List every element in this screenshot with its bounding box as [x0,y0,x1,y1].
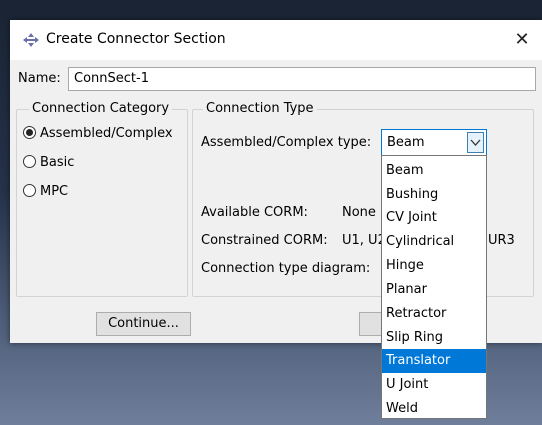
constrained-corm-label: Constrained CORM: [201,233,328,248]
continue-button[interactable]: Continue... [96,312,191,336]
radio-button-icon [23,184,36,197]
dropdown-item-hinge[interactable]: Hinge [382,254,486,278]
dropdown-item-translator[interactable]: Translator [382,349,486,373]
dropdown-item-weld[interactable]: Weld [382,397,486,421]
radio-button-icon [23,126,36,139]
radio-assembled-complex[interactable]: Assembled/Complex [23,126,173,141]
available-corm-value: None [342,205,376,220]
available-corm-label: Available CORM: [201,205,308,220]
connection-category-group: Connection Category Assembled/Complex Ba… [16,101,188,297]
connector-icon [22,32,40,48]
dropdown-item-bushing[interactable]: Bushing [382,183,486,207]
connection-category-title: Connection Category [29,101,173,116]
type-dropdown-list: Beam Bushing CV Joint Cylindrical Hinge … [381,155,487,419]
diagram-label: Connection type diagram: [201,261,371,276]
type-combo-value: Beam [387,135,425,150]
type-label: Assembled/Complex type: [201,135,372,150]
connection-type-title: Connection Type [203,101,317,116]
radio-basic[interactable]: Basic [23,155,74,170]
radio-label: Basic [40,155,75,170]
dropdown-item-retractor[interactable]: Retractor [382,302,486,326]
type-combo[interactable]: Beam [381,129,487,156]
dropdown-item-u-joint[interactable]: U Joint [382,373,486,397]
dropdown-item-planar[interactable]: Planar [382,278,486,302]
radio-label: MPC [40,184,69,199]
radio-mpc[interactable]: MPC [23,184,68,199]
radio-label: Assembled/Complex [40,126,173,141]
constrained-corm-tail: UR3 [488,233,515,248]
dropdown-item-beam[interactable]: Beam [382,159,486,183]
radio-button-icon [23,155,36,168]
title-bar: Create Connector Section ✕ [10,20,542,60]
dropdown-item-cylindrical[interactable]: Cylindrical [382,230,486,254]
close-icon[interactable]: ✕ [502,20,542,60]
dropdown-item-slip-ring[interactable]: Slip Ring [382,326,486,350]
dropdown-item-cv-joint[interactable]: CV Joint [382,206,486,230]
chevron-down-icon[interactable] [467,132,484,153]
constrained-corm-value: U1, U2 [342,233,386,248]
name-label: Name: [18,71,61,86]
window-title: Create Connector Section [46,31,226,47]
name-field[interactable]: ConnSect-1 [68,67,536,91]
